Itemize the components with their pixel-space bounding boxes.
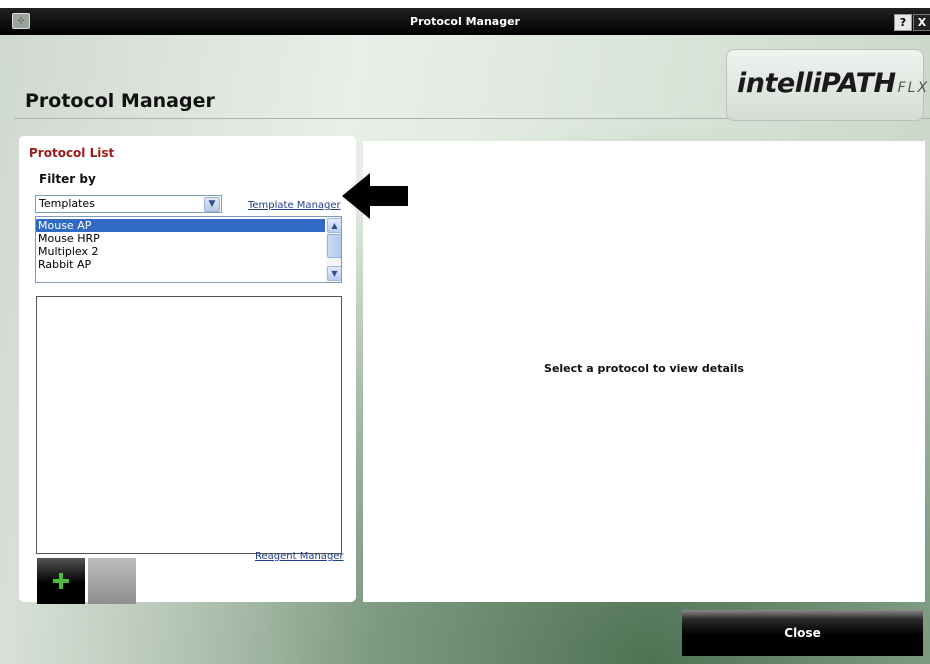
list-item[interactable]: Multiplex 2 <box>36 245 325 258</box>
scroll-down-icon[interactable]: ▼ <box>327 266 341 281</box>
logo-sub-text: FLX <box>897 80 930 96</box>
page-title: Protocol Manager <box>25 90 215 112</box>
reagent-manager-link[interactable]: Reagent Manager <box>255 551 344 562</box>
window-close-button[interactable]: X <box>913 14 930 31</box>
filter-select[interactable]: Templates ▼ <box>35 195 222 213</box>
logo-main-text: intelliPATH <box>737 68 896 99</box>
filter-by-label: Filter by <box>39 172 96 186</box>
help-button[interactable]: ? <box>894 14 912 31</box>
protocol-manager-window: ⊹ Protocol Manager ? X Protocol Manager … <box>0 8 930 664</box>
scroll-up-icon[interactable]: ▲ <box>327 218 341 233</box>
chevron-down-icon[interactable]: ▼ <box>204 197 220 212</box>
protocol-list-panel: Protocol List Filter by Templates ▼ Temp… <box>19 136 356 604</box>
template-manager-link[interactable]: Template Manager <box>248 200 341 211</box>
protocol-list-title: Protocol List <box>29 146 115 160</box>
protocol-details-panel: Select a protocol to view details <box>363 141 925 602</box>
details-placeholder-message: Select a protocol to view details <box>544 362 744 375</box>
close-button[interactable]: Close <box>682 610 923 656</box>
scrollbar-thumb[interactable] <box>327 234 341 258</box>
title-bar: ⊹ Protocol Manager ? X <box>0 8 930 35</box>
listbox-scrollbar[interactable]: ▲ ▼ <box>326 217 341 282</box>
list-item[interactable]: Mouse AP <box>36 219 325 232</box>
list-item[interactable]: Mouse HRP <box>36 232 325 245</box>
plus-icon <box>53 573 69 589</box>
protocol-listbox[interactable] <box>36 296 342 554</box>
window-title: Protocol Manager <box>410 15 520 28</box>
filter-select-value: Templates <box>39 197 95 210</box>
add-protocol-button[interactable] <box>37 558 85 604</box>
intellipath-logo: intelliPATH FLX <box>726 49 927 121</box>
delete-protocol-button[interactable]: ✕ <box>88 558 136 604</box>
template-listbox[interactable]: Mouse AP Mouse HRP Multiplex 2 Rabbit AP… <box>35 216 342 283</box>
list-item[interactable]: Rabbit AP <box>36 258 325 271</box>
pointer-arrow-icon <box>342 173 408 219</box>
